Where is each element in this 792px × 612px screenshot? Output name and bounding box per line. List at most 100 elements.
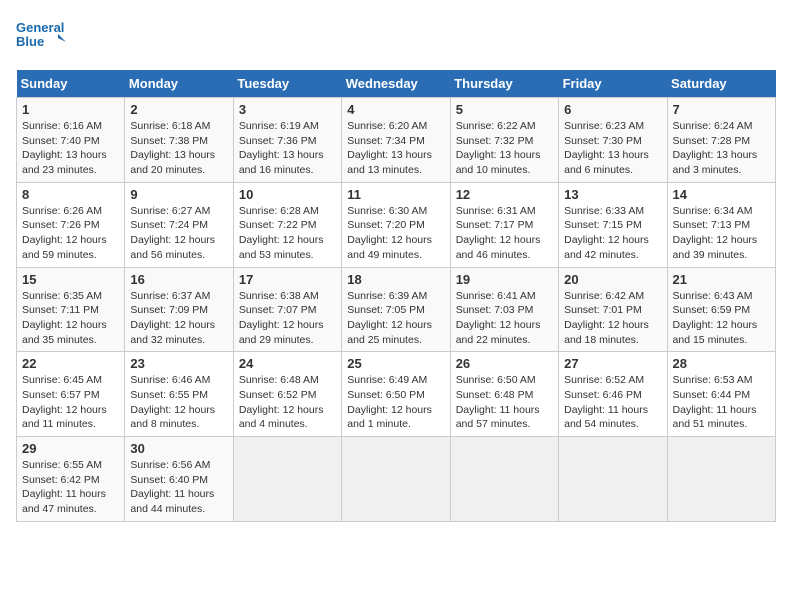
day-number: 13 (564, 187, 661, 202)
day-number: 17 (239, 272, 336, 287)
day-info: Sunrise: 6:52 AMSunset: 6:46 PMDaylight:… (564, 374, 648, 430)
day-number: 24 (239, 356, 336, 371)
day-number: 10 (239, 187, 336, 202)
calendar-cell: 17 Sunrise: 6:38 AMSunset: 7:07 PMDaylig… (233, 267, 341, 352)
day-info: Sunrise: 6:33 AMSunset: 7:15 PMDaylight:… (564, 205, 649, 261)
calendar-cell: 6 Sunrise: 6:23 AMSunset: 7:30 PMDayligh… (559, 98, 667, 183)
day-number: 28 (673, 356, 770, 371)
day-number: 6 (564, 102, 661, 117)
day-number: 8 (22, 187, 119, 202)
calendar-cell: 7 Sunrise: 6:24 AMSunset: 7:28 PMDayligh… (667, 98, 775, 183)
page-header: General Blue (16, 16, 776, 60)
day-number: 23 (130, 356, 227, 371)
day-info: Sunrise: 6:53 AMSunset: 6:44 PMDaylight:… (673, 374, 757, 430)
calendar-cell (450, 437, 558, 522)
weekday-header: Friday (559, 70, 667, 98)
day-info: Sunrise: 6:18 AMSunset: 7:38 PMDaylight:… (130, 120, 215, 176)
day-number: 11 (347, 187, 444, 202)
calendar-cell: 1 Sunrise: 6:16 AMSunset: 7:40 PMDayligh… (17, 98, 125, 183)
calendar-cell (342, 437, 450, 522)
calendar-body: 1 Sunrise: 6:16 AMSunset: 7:40 PMDayligh… (17, 98, 776, 522)
calendar-week-row: 8 Sunrise: 6:26 AMSunset: 7:26 PMDayligh… (17, 182, 776, 267)
day-number: 19 (456, 272, 553, 287)
calendar-cell: 16 Sunrise: 6:37 AMSunset: 7:09 PMDaylig… (125, 267, 233, 352)
calendar-cell: 8 Sunrise: 6:26 AMSunset: 7:26 PMDayligh… (17, 182, 125, 267)
calendar-cell: 19 Sunrise: 6:41 AMSunset: 7:03 PMDaylig… (450, 267, 558, 352)
calendar-week-row: 1 Sunrise: 6:16 AMSunset: 7:40 PMDayligh… (17, 98, 776, 183)
day-info: Sunrise: 6:31 AMSunset: 7:17 PMDaylight:… (456, 205, 541, 261)
calendar-cell: 30 Sunrise: 6:56 AMSunset: 6:40 PMDaylig… (125, 437, 233, 522)
calendar-cell: 14 Sunrise: 6:34 AMSunset: 7:13 PMDaylig… (667, 182, 775, 267)
day-info: Sunrise: 6:46 AMSunset: 6:55 PMDaylight:… (130, 374, 215, 430)
day-info: Sunrise: 6:24 AMSunset: 7:28 PMDaylight:… (673, 120, 758, 176)
day-info: Sunrise: 6:30 AMSunset: 7:20 PMDaylight:… (347, 205, 432, 261)
day-info: Sunrise: 6:19 AMSunset: 7:36 PMDaylight:… (239, 120, 324, 176)
day-info: Sunrise: 6:26 AMSunset: 7:26 PMDaylight:… (22, 205, 107, 261)
calendar-cell: 5 Sunrise: 6:22 AMSunset: 7:32 PMDayligh… (450, 98, 558, 183)
calendar-week-row: 29 Sunrise: 6:55 AMSunset: 6:42 PMDaylig… (17, 437, 776, 522)
calendar-cell: 26 Sunrise: 6:50 AMSunset: 6:48 PMDaylig… (450, 352, 558, 437)
calendar-cell (233, 437, 341, 522)
day-info: Sunrise: 6:22 AMSunset: 7:32 PMDaylight:… (456, 120, 541, 176)
calendar-cell: 3 Sunrise: 6:19 AMSunset: 7:36 PMDayligh… (233, 98, 341, 183)
day-number: 15 (22, 272, 119, 287)
day-number: 26 (456, 356, 553, 371)
day-number: 22 (22, 356, 119, 371)
calendar-cell (559, 437, 667, 522)
day-number: 25 (347, 356, 444, 371)
day-number: 2 (130, 102, 227, 117)
day-info: Sunrise: 6:56 AMSunset: 6:40 PMDaylight:… (130, 459, 214, 515)
calendar-cell: 20 Sunrise: 6:42 AMSunset: 7:01 PMDaylig… (559, 267, 667, 352)
calendar-cell: 2 Sunrise: 6:18 AMSunset: 7:38 PMDayligh… (125, 98, 233, 183)
day-number: 4 (347, 102, 444, 117)
calendar-cell: 9 Sunrise: 6:27 AMSunset: 7:24 PMDayligh… (125, 182, 233, 267)
calendar-cell: 15 Sunrise: 6:35 AMSunset: 7:11 PMDaylig… (17, 267, 125, 352)
calendar-cell: 13 Sunrise: 6:33 AMSunset: 7:15 PMDaylig… (559, 182, 667, 267)
logo-svg: General Blue (16, 16, 66, 60)
weekday-header: Monday (125, 70, 233, 98)
svg-text:Blue: Blue (16, 34, 44, 49)
day-info: Sunrise: 6:50 AMSunset: 6:48 PMDaylight:… (456, 374, 540, 430)
day-info: Sunrise: 6:34 AMSunset: 7:13 PMDaylight:… (673, 205, 758, 261)
day-info: Sunrise: 6:43 AMSunset: 6:59 PMDaylight:… (673, 290, 758, 346)
day-info: Sunrise: 6:23 AMSunset: 7:30 PMDaylight:… (564, 120, 649, 176)
calendar-cell: 29 Sunrise: 6:55 AMSunset: 6:42 PMDaylig… (17, 437, 125, 522)
calendar-cell: 25 Sunrise: 6:49 AMSunset: 6:50 PMDaylig… (342, 352, 450, 437)
calendar-cell: 27 Sunrise: 6:52 AMSunset: 6:46 PMDaylig… (559, 352, 667, 437)
day-number: 16 (130, 272, 227, 287)
calendar-cell: 21 Sunrise: 6:43 AMSunset: 6:59 PMDaylig… (667, 267, 775, 352)
weekday-header: Thursday (450, 70, 558, 98)
day-info: Sunrise: 6:55 AMSunset: 6:42 PMDaylight:… (22, 459, 106, 515)
calendar-cell: 23 Sunrise: 6:46 AMSunset: 6:55 PMDaylig… (125, 352, 233, 437)
day-info: Sunrise: 6:42 AMSunset: 7:01 PMDaylight:… (564, 290, 649, 346)
day-info: Sunrise: 6:41 AMSunset: 7:03 PMDaylight:… (456, 290, 541, 346)
day-number: 30 (130, 441, 227, 456)
day-info: Sunrise: 6:16 AMSunset: 7:40 PMDaylight:… (22, 120, 107, 176)
day-info: Sunrise: 6:39 AMSunset: 7:05 PMDaylight:… (347, 290, 432, 346)
day-number: 3 (239, 102, 336, 117)
day-number: 27 (564, 356, 661, 371)
calendar-cell: 22 Sunrise: 6:45 AMSunset: 6:57 PMDaylig… (17, 352, 125, 437)
calendar-cell: 11 Sunrise: 6:30 AMSunset: 7:20 PMDaylig… (342, 182, 450, 267)
day-info: Sunrise: 6:27 AMSunset: 7:24 PMDaylight:… (130, 205, 215, 261)
svg-text:General: General (16, 20, 64, 35)
day-number: 20 (564, 272, 661, 287)
calendar-table: SundayMondayTuesdayWednesdayThursdayFrid… (16, 70, 776, 522)
weekday-header: Saturday (667, 70, 775, 98)
day-number: 14 (673, 187, 770, 202)
calendar-cell: 10 Sunrise: 6:28 AMSunset: 7:22 PMDaylig… (233, 182, 341, 267)
day-number: 1 (22, 102, 119, 117)
calendar-cell: 28 Sunrise: 6:53 AMSunset: 6:44 PMDaylig… (667, 352, 775, 437)
day-number: 29 (22, 441, 119, 456)
day-info: Sunrise: 6:48 AMSunset: 6:52 PMDaylight:… (239, 374, 324, 430)
calendar-cell (667, 437, 775, 522)
day-info: Sunrise: 6:28 AMSunset: 7:22 PMDaylight:… (239, 205, 324, 261)
calendar-cell: 4 Sunrise: 6:20 AMSunset: 7:34 PMDayligh… (342, 98, 450, 183)
calendar-cell: 12 Sunrise: 6:31 AMSunset: 7:17 PMDaylig… (450, 182, 558, 267)
calendar-cell: 24 Sunrise: 6:48 AMSunset: 6:52 PMDaylig… (233, 352, 341, 437)
day-info: Sunrise: 6:38 AMSunset: 7:07 PMDaylight:… (239, 290, 324, 346)
calendar-week-row: 22 Sunrise: 6:45 AMSunset: 6:57 PMDaylig… (17, 352, 776, 437)
day-number: 9 (130, 187, 227, 202)
weekday-header: Tuesday (233, 70, 341, 98)
day-number: 7 (673, 102, 770, 117)
